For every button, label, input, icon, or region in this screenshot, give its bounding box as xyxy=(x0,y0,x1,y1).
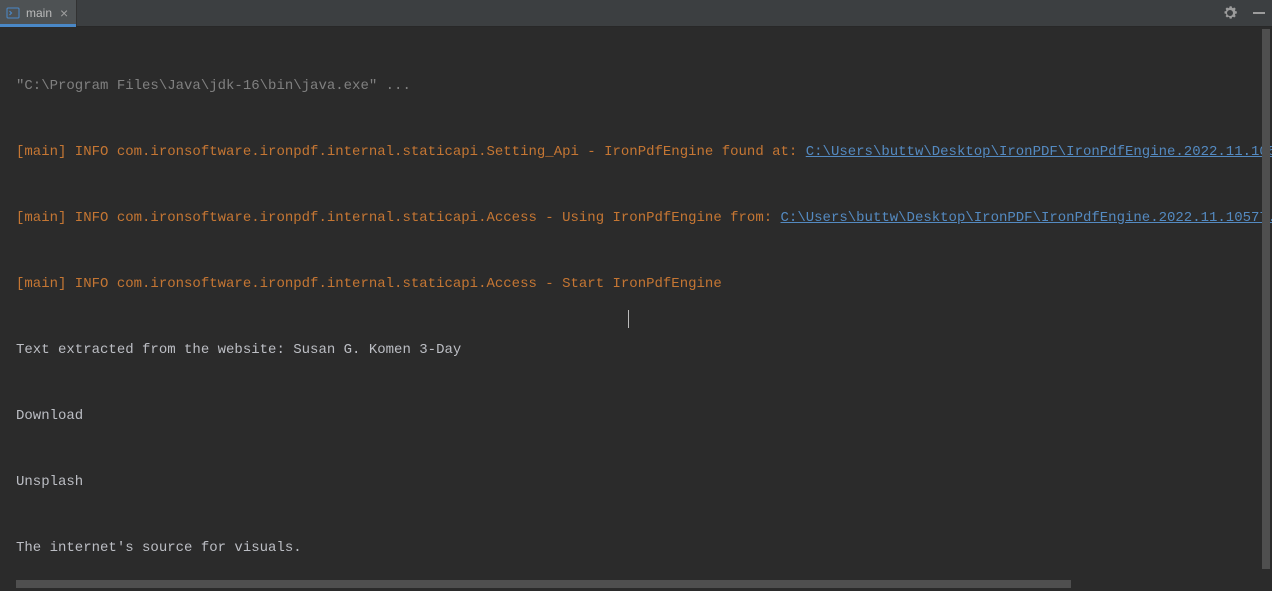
output-line: Unsplash xyxy=(16,471,1272,493)
vertical-scrollbar[interactable] xyxy=(1262,29,1270,580)
vertical-scroll-thumb[interactable] xyxy=(1262,29,1270,569)
terminal-icon xyxy=(6,6,20,20)
horizontal-scroll-thumb[interactable] xyxy=(16,580,1071,588)
minimize-icon[interactable] xyxy=(1252,6,1266,20)
path-link[interactable]: C:\Users\buttw\Desktop\IronPDF\IronPdfEn… xyxy=(806,144,1272,160)
tab-bar: main × xyxy=(0,0,1272,27)
tab-label: main xyxy=(26,6,52,20)
horizontal-scrollbar[interactable] xyxy=(16,580,1260,588)
path-link[interactable]: C:\Users\buttw\Desktop\IronPDF\IronPdfEn… xyxy=(781,210,1272,226)
close-icon[interactable]: × xyxy=(60,6,68,20)
log-line: [main] INFO com.ironsoftware.ironpdf.int… xyxy=(16,144,806,160)
output-line: The internet's source for visuals. xyxy=(16,537,1272,559)
cmd-line: "C:\Program Files\Java\jdk-16\bin\java.e… xyxy=(16,75,1272,97)
output-line: Download xyxy=(16,405,1272,427)
tab-main[interactable]: main × xyxy=(0,0,77,26)
log-line: [main] INFO com.ironsoftware.ironpdf.int… xyxy=(16,210,781,226)
text-caret xyxy=(628,310,629,328)
gear-icon[interactable] xyxy=(1222,5,1238,21)
console-content: "C:\Program Files\Java\jdk-16\bin\java.e… xyxy=(0,27,1272,591)
output-line: Text extracted from the website: Susan G… xyxy=(16,339,1272,361)
console-output[interactable]: "C:\Program Files\Java\jdk-16\bin\java.e… xyxy=(0,27,1272,591)
log-line: [main] INFO com.ironsoftware.ironpdf.int… xyxy=(16,273,1272,295)
toolbar-right xyxy=(1222,0,1266,26)
